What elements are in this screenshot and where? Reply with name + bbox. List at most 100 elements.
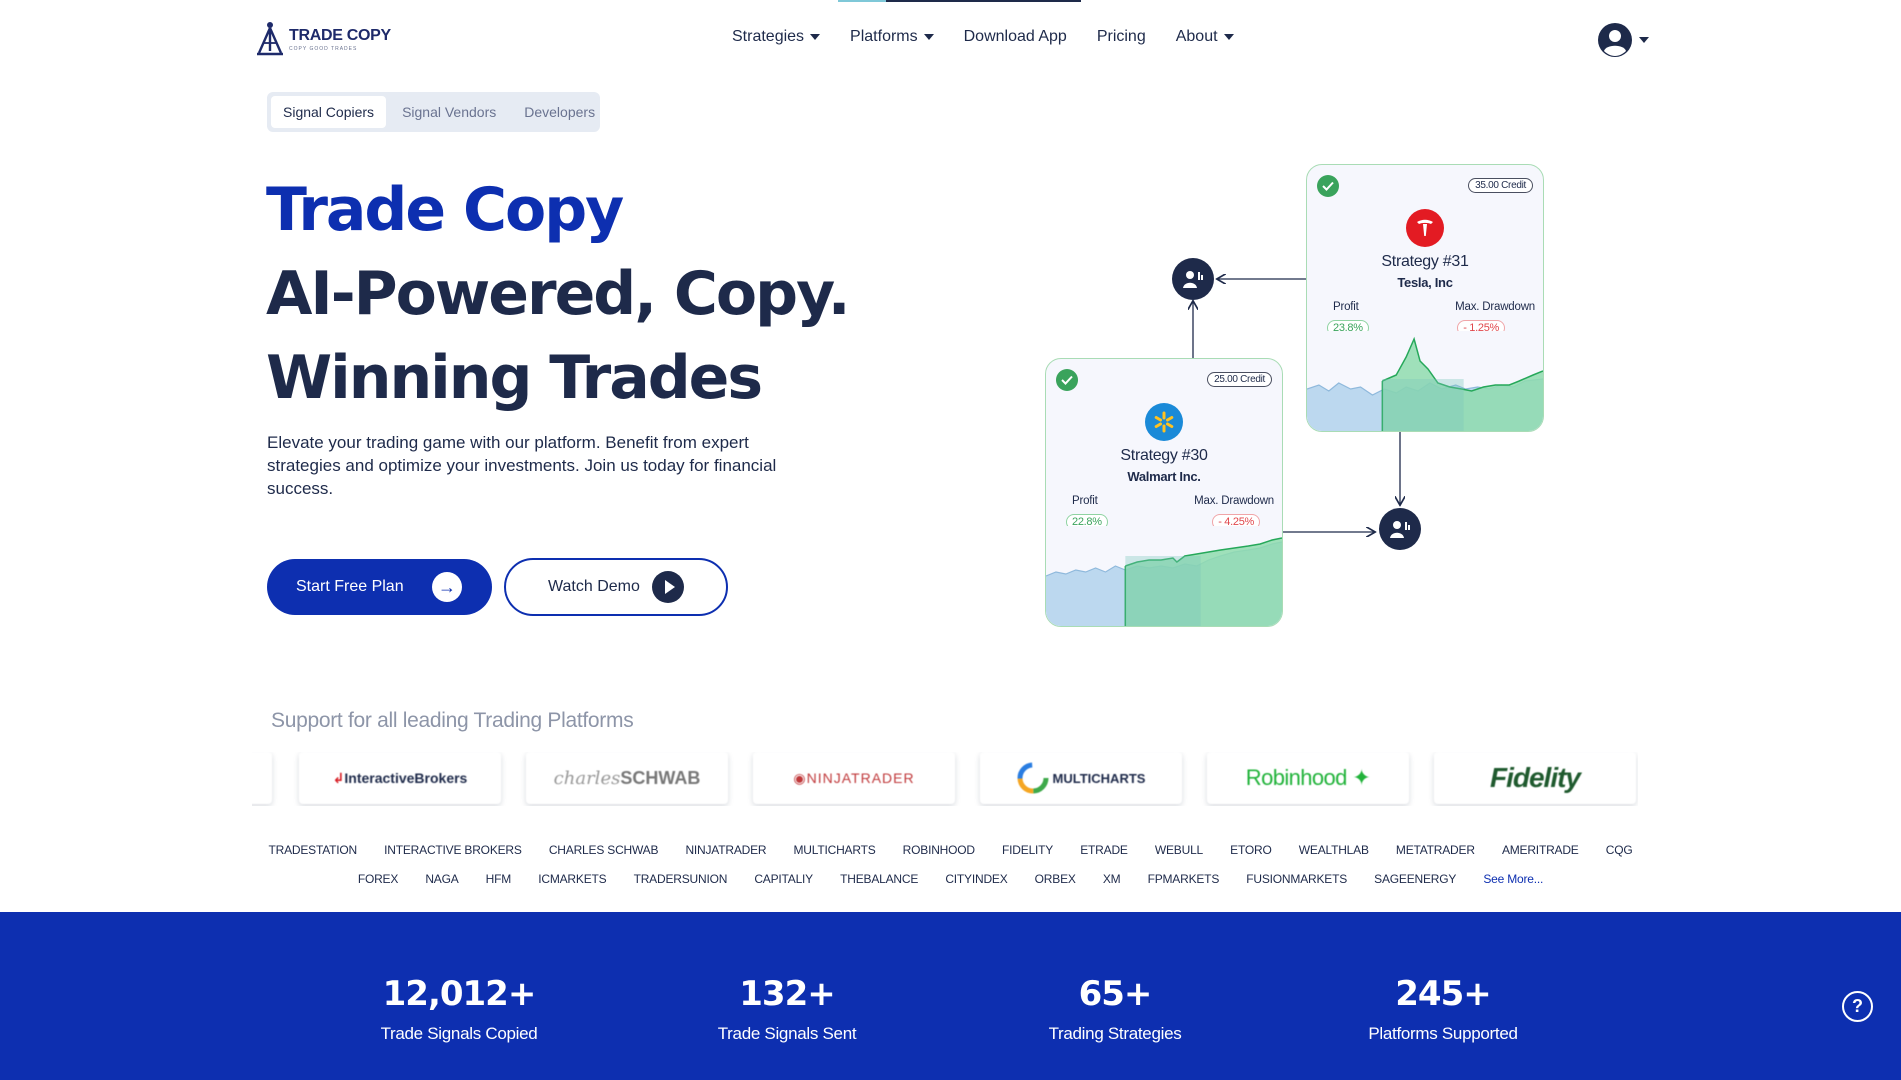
platform-link[interactable]: CITYINDEX bbox=[945, 872, 1007, 886]
caret-down-icon bbox=[1639, 37, 1649, 43]
stat-item: 132+ Trade Signals Sent bbox=[637, 974, 937, 1044]
stats-band: 12,012+ Trade Signals Copied 132+ Trade … bbox=[0, 912, 1901, 1080]
platform-link[interactable]: CHARLES SCHWAB bbox=[549, 843, 659, 857]
strategy-name: Strategy #30 bbox=[1120, 447, 1208, 464]
platform-link[interactable]: CAPITALIY bbox=[754, 872, 813, 886]
stat-item: 245+ Platforms Supported bbox=[1293, 974, 1593, 1044]
stat-label: Trading Strategies bbox=[1048, 1024, 1182, 1043]
platform-link[interactable]: HFM bbox=[486, 872, 512, 886]
platform-link[interactable]: ETORO bbox=[1230, 843, 1272, 857]
play-icon bbox=[652, 571, 684, 603]
nav-pricing[interactable]: Pricing bbox=[1097, 28, 1146, 46]
check-icon bbox=[1317, 175, 1339, 197]
platform-link[interactable]: MULTICHARTS bbox=[794, 843, 876, 857]
hero-title: Trade Copy AI-Powered, Copy. Winning Tra… bbox=[266, 168, 850, 420]
logo-text: Fidelity bbox=[1489, 762, 1581, 793]
strategy-card-31[interactable]: 35.00 Credit Strategy #31 Tesla, Inc Pro… bbox=[1306, 164, 1544, 432]
start-free-plan-label: Start Free Plan bbox=[296, 578, 404, 595]
strategy-company: Walmart Inc. bbox=[1127, 469, 1201, 484]
strategy-company: Tesla, Inc bbox=[1397, 275, 1453, 290]
platform-link[interactable]: THEBALANCE bbox=[840, 872, 918, 886]
platform-link[interactable]: ETRADE bbox=[1080, 843, 1128, 857]
platform-link[interactable]: FOREX bbox=[358, 872, 399, 886]
nav-label: About bbox=[1175, 28, 1218, 45]
stat-label: Platforms Supported bbox=[1368, 1024, 1518, 1043]
strategy-card-30[interactable]: 25.00 Credit Strategy #30 Walmart Inc. P… bbox=[1045, 358, 1283, 627]
logo-mark-icon bbox=[257, 22, 283, 56]
logo-text: MULTICHARTS bbox=[1052, 770, 1146, 786]
platform-link[interactable]: TRADESTATION bbox=[269, 843, 358, 857]
platform-link[interactable]: WEALTHLAB bbox=[1299, 843, 1369, 857]
platform-link[interactable]: FUSIONMARKETS bbox=[1246, 872, 1347, 886]
platform-link[interactable]: NAGA bbox=[425, 872, 458, 886]
multicharts-mark-icon bbox=[1017, 762, 1049, 794]
stat-label: Trade Signals Sent bbox=[717, 1024, 857, 1043]
caret-down-icon bbox=[923, 34, 934, 40]
platform-link[interactable]: FPMARKETS bbox=[1148, 872, 1220, 886]
stat-item: 12,012+ Trade Signals Copied bbox=[309, 974, 609, 1044]
watch-demo-label: Watch Demo bbox=[548, 578, 640, 595]
logo-title: TRADE COPY bbox=[289, 26, 391, 44]
ninjatrader-logo[interactable]: ◉NINJATRADER bbox=[753, 752, 955, 804]
strategy-chart bbox=[1307, 331, 1543, 431]
start-free-plan-button[interactable]: Start Free Plan → bbox=[267, 559, 492, 615]
ib-mark-icon: ↲ bbox=[332, 769, 345, 786]
site-logo[interactable]: TRADE COPY COPY GOOD TRADES bbox=[255, 21, 391, 57]
credit-badge: 25.00 Credit bbox=[1207, 372, 1272, 387]
platform-link[interactable]: TRADERSUNION bbox=[634, 872, 728, 886]
platform-link[interactable]: CQG bbox=[1606, 843, 1633, 857]
nav-about[interactable]: About bbox=[1176, 28, 1234, 46]
platform-link[interactable]: FIDELITY bbox=[1002, 843, 1053, 857]
feather-icon: ✦ bbox=[1352, 765, 1371, 790]
nav-label: Strategies bbox=[732, 28, 805, 45]
top-indicator-accent bbox=[838, 0, 886, 2]
account-menu[interactable] bbox=[1597, 22, 1649, 58]
stat-value: 12,012+ bbox=[382, 974, 537, 1014]
platforms-section-title: Support for all leading Trading Platform… bbox=[271, 709, 634, 732]
tesla-logo-icon bbox=[1406, 209, 1444, 247]
robinhood-logo[interactable]: Robinhood ✦ bbox=[1207, 752, 1409, 804]
interactive-brokers-logo[interactable]: ↲InteractiveBrokers bbox=[299, 752, 501, 804]
platform-logo-card[interactable] bbox=[252, 752, 272, 804]
caret-down-icon bbox=[1223, 34, 1234, 40]
platform-link[interactable]: ICMARKETS bbox=[538, 872, 606, 886]
multicharts-logo[interactable]: MULTICHARTS bbox=[980, 752, 1182, 804]
nav-label: Platforms bbox=[850, 28, 918, 45]
platform-link[interactable]: ORBEX bbox=[1035, 872, 1076, 886]
help-icon: ? bbox=[1852, 996, 1863, 1016]
caret-down-icon bbox=[810, 34, 821, 40]
logo-text: Robinhood bbox=[1245, 765, 1348, 790]
hero-title-line2: AI-Powered, Copy. bbox=[266, 259, 850, 329]
stat-value: 65+ bbox=[1078, 974, 1153, 1014]
platform-link[interactable]: ROBINHOOD bbox=[903, 843, 975, 857]
tab-developers[interactable]: Developers bbox=[512, 96, 607, 128]
copier-node-icon bbox=[1379, 508, 1421, 550]
tab-signal-vendors[interactable]: Signal Vendors bbox=[390, 96, 508, 128]
logo-text: InteractiveBrokers bbox=[344, 769, 468, 786]
platform-link[interactable]: METATRADER bbox=[1396, 843, 1475, 857]
platform-list-row-2: FOREX NAGA HFM ICMARKETS TRADERSUNION CA… bbox=[0, 872, 1901, 886]
platform-link[interactable]: XM bbox=[1103, 872, 1121, 886]
ninja-mark-icon: ◉ bbox=[793, 769, 807, 786]
hero-title-line3: Winning Trades bbox=[266, 343, 763, 413]
main-nav: Strategies Platforms Download App Pricin… bbox=[732, 28, 1234, 46]
help-button[interactable]: ? bbox=[1842, 991, 1873, 1022]
user-circle-icon bbox=[1598, 23, 1632, 57]
nav-strategies[interactable]: Strategies bbox=[732, 28, 821, 46]
see-more-link[interactable]: See More... bbox=[1483, 872, 1543, 886]
platform-link[interactable]: NINJATRADER bbox=[685, 843, 766, 857]
profit-label: Profit bbox=[1072, 495, 1098, 507]
tab-signal-copiers[interactable]: Signal Copiers bbox=[271, 96, 387, 128]
watch-demo-button[interactable]: Watch Demo bbox=[504, 558, 728, 616]
platform-link[interactable]: INTERACTIVE BROKERS bbox=[384, 843, 522, 857]
platform-link[interactable]: WEBULL bbox=[1155, 843, 1203, 857]
nav-download-app[interactable]: Download App bbox=[964, 28, 1067, 46]
check-icon bbox=[1056, 369, 1078, 391]
nav-platforms[interactable]: Platforms bbox=[850, 28, 934, 46]
schwab-logo[interactable]: charlesSCHWAB bbox=[526, 752, 728, 804]
platform-logo-carousel: ↲InteractiveBrokers charlesSCHWAB ◉NINJA… bbox=[252, 752, 1638, 806]
logo-text-script: charles bbox=[553, 767, 621, 789]
platform-link[interactable]: AMERITRADE bbox=[1502, 843, 1579, 857]
platform-link[interactable]: SAGEENERGY bbox=[1374, 872, 1456, 886]
fidelity-logo[interactable]: Fidelity bbox=[1434, 752, 1636, 804]
